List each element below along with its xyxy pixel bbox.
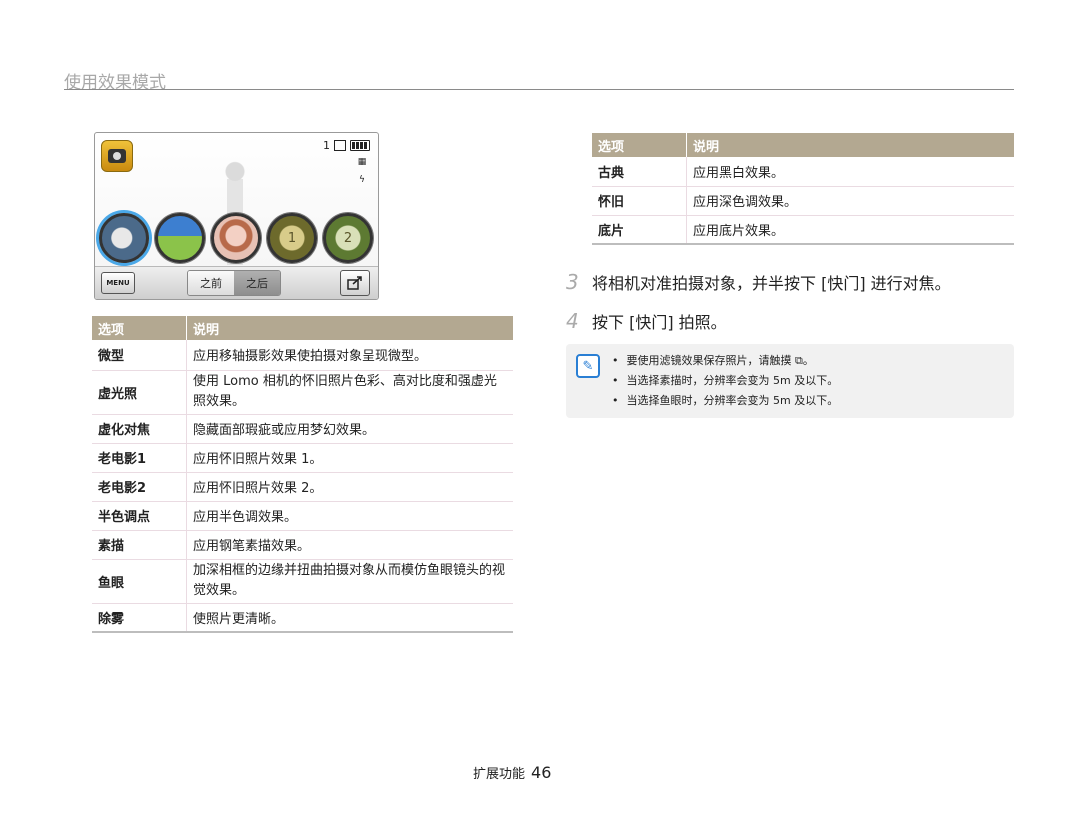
option-desc: 使用 Lomo 相机的怀旧照片色彩、高对比度和强虚光照效果。 bbox=[186, 370, 513, 415]
effect-options-table-2: 选项 说明 古典 应用黑白效果。 怀旧 应用深色调效果。 底片 应用底片效果。 bbox=[592, 133, 1014, 245]
page-number: 46 bbox=[531, 763, 552, 782]
option-name: 虚光照 bbox=[92, 370, 187, 415]
thumb-label: 2 bbox=[343, 230, 353, 246]
section-name: 扩展功能 bbox=[473, 767, 526, 782]
step-4: 4 按下 [快门] 拍照。 bbox=[566, 309, 727, 333]
note-item: 当选择鱼眼时，分辨率会变为 5m 及以下。 bbox=[612, 391, 839, 411]
note-list: 要使用滤镜效果保存照片，请触摸 ⧉。 当选择素描时，分辨率会变为 5m 及以下。… bbox=[612, 351, 839, 411]
page-footer: 扩展功能 46 bbox=[473, 763, 551, 782]
camera-mode-icon[interactable] bbox=[101, 140, 133, 172]
flash-icon: ϟ bbox=[359, 175, 365, 185]
shot-count: 1 bbox=[323, 139, 330, 152]
option-desc: 使照片更清晰。 bbox=[186, 603, 513, 633]
table-header: 选项 说明 bbox=[92, 316, 513, 340]
option-name: 除雾 bbox=[92, 603, 187, 633]
status-bar: 1 bbox=[323, 139, 370, 152]
menu-button[interactable]: MENU bbox=[101, 272, 135, 294]
header-desc: 说明 bbox=[686, 133, 1014, 157]
header-option: 选项 bbox=[92, 316, 187, 340]
table-row: 除雾 使照片更清晰。 bbox=[92, 603, 513, 633]
table-row: 半色调点 应用半色调效果。 bbox=[92, 501, 513, 531]
option-name: 老电影2 bbox=[92, 472, 187, 502]
effect-options-table: 选项 说明 微型 应用移轴摄影效果使拍摄对象呈现微型。 虚光照 使用 Lomo 相机… bbox=[92, 316, 513, 633]
option-desc: 应用移轴摄影效果使拍摄对象呈现微型。 bbox=[186, 340, 513, 371]
option-desc: 应用底片效果。 bbox=[686, 215, 1014, 245]
step-3: 3 将相机对准拍摄对象，并半按下 [快门] 进行对焦。 bbox=[566, 270, 951, 294]
option-name: 老电影1 bbox=[92, 443, 187, 473]
camera-screen: 1 ▦ ϟ 1 2 MENU 之前 之后 bbox=[94, 132, 379, 300]
after-button[interactable]: 之后 bbox=[234, 271, 280, 295]
note-icon: ✎ bbox=[576, 354, 600, 378]
note-item: 要使用滤镜效果保存照片，请触摸 ⧉。 bbox=[612, 351, 838, 371]
before-button[interactable]: 之前 bbox=[188, 271, 234, 295]
effect-thumb-old-film-1[interactable]: 1 bbox=[267, 213, 317, 263]
effect-thumb-old-film-2[interactable]: 2 bbox=[323, 213, 373, 263]
step-number: 4 bbox=[566, 309, 579, 333]
option-desc: 应用深色调效果。 bbox=[686, 186, 1014, 216]
table-row: 素描 应用钢笔素描效果。 bbox=[92, 530, 513, 560]
option-desc: 应用怀旧照片效果 2。 bbox=[186, 472, 513, 502]
table-row: 鱼眼 加深相框的边缘并扭曲拍摄对象从而模仿鱼眼镜头的视觉效果。 bbox=[92, 559, 513, 604]
save-filter-button[interactable] bbox=[340, 270, 370, 296]
header-option: 选项 bbox=[592, 133, 687, 157]
table-row: 怀旧 应用深色调效果。 bbox=[592, 186, 1014, 216]
option-name: 微型 bbox=[92, 340, 187, 371]
battery-icon bbox=[350, 140, 370, 151]
effect-thumb-soft-focus[interactable] bbox=[211, 213, 261, 263]
option-name: 底片 bbox=[592, 215, 687, 245]
option-name: 怀旧 bbox=[592, 186, 687, 216]
before-after-toggle[interactable]: 之前 之后 bbox=[187, 270, 281, 296]
table-row: 微型 应用移轴摄影效果使拍摄对象呈现微型。 bbox=[92, 340, 513, 371]
option-name: 古典 bbox=[592, 157, 687, 187]
table-row: 底片 应用底片效果。 bbox=[592, 215, 1014, 245]
step-text: 按下 [快门] 拍照。 bbox=[592, 313, 727, 332]
table-row: 老电影2 应用怀旧照片效果 2。 bbox=[92, 472, 513, 502]
effect-thumbnails: 1 2 bbox=[99, 213, 373, 263]
table-row: 古典 应用黑白效果。 bbox=[592, 157, 1014, 187]
table-header: 选项 说明 bbox=[592, 133, 1014, 157]
effect-thumb-miniature[interactable] bbox=[99, 213, 149, 263]
filter-save-icon bbox=[347, 276, 362, 290]
option-name: 鱼眼 bbox=[92, 559, 187, 604]
effect-thumb-vignette[interactable] bbox=[155, 213, 205, 263]
option-desc: 应用怀旧照片效果 1。 bbox=[186, 443, 513, 473]
thumb-label: 1 bbox=[287, 230, 297, 246]
option-desc: 应用半色调效果。 bbox=[186, 501, 513, 531]
table-row: 虚光照 使用 Lomo 相机的怀旧照片色彩、高对比度和强虚光照效果。 bbox=[92, 370, 513, 415]
option-name: 素描 bbox=[92, 530, 187, 560]
option-desc: 应用钢笔素描效果。 bbox=[186, 530, 513, 560]
step-text: 将相机对准拍摄对象，并半按下 [快门] 进行对焦。 bbox=[592, 274, 951, 293]
option-desc: 隐藏面部瑕疵或应用梦幻效果。 bbox=[186, 414, 513, 444]
note-item: 当选择素描时，分辨率会变为 5m 及以下。 bbox=[612, 371, 839, 391]
camera-bottom-bar: MENU 之前 之后 bbox=[95, 266, 378, 299]
option-desc: 加深相框的边缘并扭曲拍摄对象从而模仿鱼眼镜头的视觉效果。 bbox=[186, 559, 513, 604]
table-row: 虚化对焦 隐藏面部瑕疵或应用梦幻效果。 bbox=[92, 414, 513, 444]
option-desc: 应用黑白效果。 bbox=[686, 157, 1014, 187]
title-divider bbox=[64, 89, 1014, 90]
image-size-icon: ▦ bbox=[357, 157, 367, 167]
table-row: 老电影1 应用怀旧照片效果 1。 bbox=[92, 443, 513, 473]
step-number: 3 bbox=[566, 270, 579, 294]
header-desc: 说明 bbox=[186, 316, 513, 340]
memory-card-icon bbox=[334, 140, 346, 151]
option-name: 半色调点 bbox=[92, 501, 187, 531]
note-box: ✎ 要使用滤镜效果保存照片，请触摸 ⧉。 当选择素描时，分辨率会变为 5m 及以… bbox=[566, 344, 1014, 418]
option-name: 虚化对焦 bbox=[92, 414, 187, 444]
